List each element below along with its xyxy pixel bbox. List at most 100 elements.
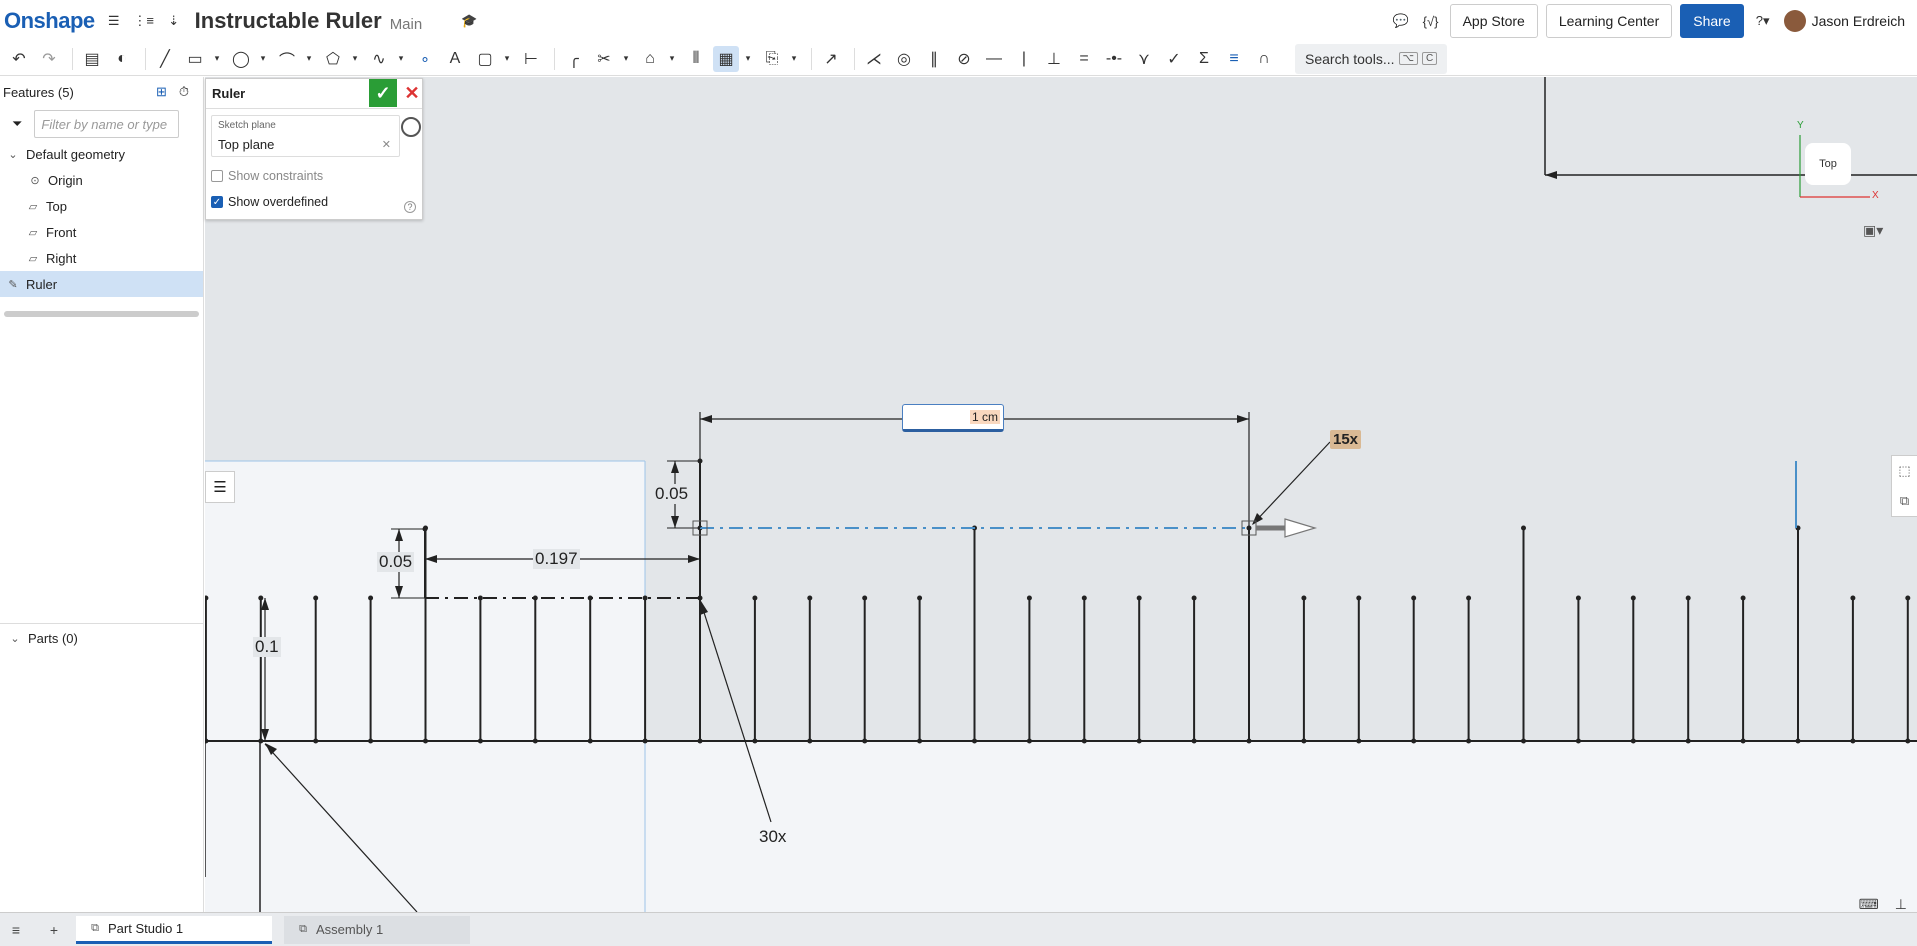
tick-endpoint[interactable]: [862, 595, 868, 601]
chevron-down-icon[interactable]: ⌄: [6, 147, 20, 161]
branch-label[interactable]: Main: [390, 16, 423, 33]
graphics-area[interactable]: 1 cm 15x 30x 0.05 0.05 0.197 0.1 ☰ Y X T…: [205, 77, 1917, 912]
tick-endpoint[interactable]: [1466, 595, 1472, 601]
tick-endpoint[interactable]: [1740, 595, 1746, 601]
tick-endpoint[interactable]: [1301, 595, 1307, 601]
view-cube-menu-icon[interactable]: ▣▾: [1863, 222, 1883, 239]
filter-funnel-icon[interactable]: ⏷: [12, 116, 22, 132]
tab-manager-icon[interactable]: ≡: [4, 922, 28, 938]
variables-icon[interactable]: {√}: [1420, 10, 1442, 32]
dimension-icon[interactable]: ⊢: [518, 46, 544, 72]
use-icon[interactable]: ↗: [818, 46, 844, 72]
pierce-icon[interactable]: ✓: [1161, 46, 1187, 72]
history-clock-icon[interactable]: [401, 117, 421, 137]
pattern-icon[interactable]: ▦: [713, 45, 739, 72]
tick-endpoint[interactable]: [1356, 595, 1362, 601]
render-mode-icon[interactable]: ⌨: [1859, 896, 1879, 913]
tree-item-ruler[interactable]: ✎ Ruler: [0, 271, 203, 297]
tree-item-origin[interactable]: ⊙ Origin: [0, 167, 203, 193]
chevron-down-icon[interactable]: ▾: [212, 53, 222, 64]
search-tools-input[interactable]: Search tools... ⌥ C: [1295, 43, 1448, 74]
polygon-icon[interactable]: ⬠: [320, 46, 346, 72]
tick-endpoint[interactable]: [1191, 595, 1197, 601]
tick-endpoint[interactable]: [1081, 595, 1087, 601]
horizontal-icon[interactable]: —: [981, 46, 1007, 72]
checkbox-icon[interactable]: [211, 170, 223, 182]
versions-history-icon[interactable]: ⋮≡: [133, 10, 155, 32]
fix-icon[interactable]: ≡: [1221, 46, 1247, 72]
app-store-button[interactable]: App Store: [1449, 4, 1538, 38]
measure-icon[interactable]: ⊥: [1895, 896, 1907, 913]
tick-endpoint[interactable]: [807, 595, 813, 601]
dimension-label[interactable]: 0.1: [253, 637, 281, 657]
tick-endpoint[interactable]: [313, 595, 319, 601]
fillet-icon[interactable]: ╭: [561, 46, 587, 72]
chevron-down-icon[interactable]: ▾: [258, 53, 268, 64]
chevron-down-icon[interactable]: ▾: [743, 53, 753, 64]
chevron-down-icon[interactable]: ▾: [350, 53, 360, 64]
avatar[interactable]: [1783, 10, 1806, 32]
dimension-label[interactable]: 0.05: [377, 552, 415, 572]
section-view-icon[interactable]: ⧉: [1892, 486, 1917, 516]
tick-endpoint[interactable]: [258, 595, 264, 601]
arc-icon[interactable]: ⌒: [274, 46, 300, 72]
tangent-icon[interactable]: ⊘: [951, 46, 977, 72]
learning-mortarboard-icon[interactable]: 🎓: [458, 10, 480, 32]
hamburger-menu-icon[interactable]: ☰: [103, 10, 125, 32]
point-icon[interactable]: ∘: [412, 46, 438, 72]
tab-part-studio-1[interactable]: ⧉ Part Studio 1: [76, 915, 272, 944]
chevron-down-icon[interactable]: ▾: [396, 53, 406, 64]
rollback-bar[interactable]: [4, 311, 199, 317]
mirror-icon[interactable]: ⫴: [683, 46, 709, 72]
confirm-check-icon[interactable]: ✓: [369, 79, 397, 107]
tick-endpoint[interactable]: [1136, 595, 1142, 601]
undo-icon[interactable]: ↶: [6, 46, 32, 72]
redo-icon[interactable]: ↷: [36, 46, 62, 72]
pattern-count-badge[interactable]: 15x: [1330, 430, 1362, 449]
add-tab-icon[interactable]: +: [42, 922, 66, 938]
tick-endpoint[interactable]: [752, 595, 758, 601]
tick-endpoint[interactable]: [1630, 595, 1636, 601]
vertical-icon[interactable]: |: [1011, 46, 1037, 72]
help-icon[interactable]: ?: [404, 201, 416, 213]
dimension-label[interactable]: 0.05: [653, 484, 691, 504]
spline-icon[interactable]: ∿: [366, 46, 392, 72]
show-overdefined-checkbox[interactable]: ✓ Show overdefined: [211, 195, 328, 209]
parallel-icon[interactable]: ∥: [921, 46, 947, 72]
checkbox-checked-icon[interactable]: ✓: [211, 196, 223, 208]
tick-endpoint[interactable]: [917, 595, 923, 601]
offset-icon[interactable]: ⌂: [637, 46, 663, 72]
view-cube-top[interactable]: Top: [1805, 143, 1851, 185]
cancel-close-icon[interactable]: ✕: [403, 79, 421, 107]
tick-endpoint[interactable]: [1905, 595, 1911, 601]
tab-assembly-1[interactable]: ⧉ Assembly 1: [284, 915, 470, 944]
tick-endpoint[interactable]: [477, 595, 483, 601]
sketch-list-button[interactable]: ☰: [205, 471, 235, 503]
share-button[interactable]: Share: [1680, 4, 1744, 38]
tick-endpoint[interactable]: [1026, 595, 1032, 601]
line-icon[interactable]: ╱: [152, 46, 178, 72]
symmetric-icon[interactable]: Σ: [1191, 46, 1217, 72]
construction-icon[interactable]: ▢: [472, 46, 498, 72]
help-icon[interactable]: ?▾: [1752, 10, 1774, 32]
dxf-import-icon[interactable]: ⎘: [759, 46, 785, 72]
tick-endpoint[interactable]: [1411, 595, 1417, 601]
dimension-input[interactable]: 1 cm: [902, 404, 1004, 432]
text-icon[interactable]: A: [442, 46, 468, 72]
feature-filter-input[interactable]: Filter by name or type: [34, 110, 180, 138]
sketch-icon[interactable]: ▤: [79, 46, 105, 72]
midpoint-icon[interactable]: -•-: [1101, 46, 1127, 72]
tick-endpoint[interactable]: [642, 595, 648, 601]
equal-icon[interactable]: =: [1071, 46, 1097, 72]
rollback-timer-icon[interactable]: ⏱: [179, 84, 189, 100]
perpendicular-icon[interactable]: ⊥: [1041, 46, 1067, 72]
chevron-down-icon[interactable]: ⌄: [8, 632, 22, 646]
learning-center-button[interactable]: Learning Center: [1545, 4, 1673, 38]
concentric-icon[interactable]: ◎: [891, 46, 917, 72]
comments-icon[interactable]: 💬: [1390, 10, 1412, 32]
coincident-icon[interactable]: ⋌: [861, 46, 887, 72]
tick-endpoint[interactable]: [1685, 595, 1691, 601]
tick-endpoint[interactable]: [1850, 595, 1856, 601]
show-constraints-checkbox[interactable]: Show constraints: [211, 169, 323, 183]
chevron-down-icon[interactable]: ▾: [621, 53, 631, 64]
